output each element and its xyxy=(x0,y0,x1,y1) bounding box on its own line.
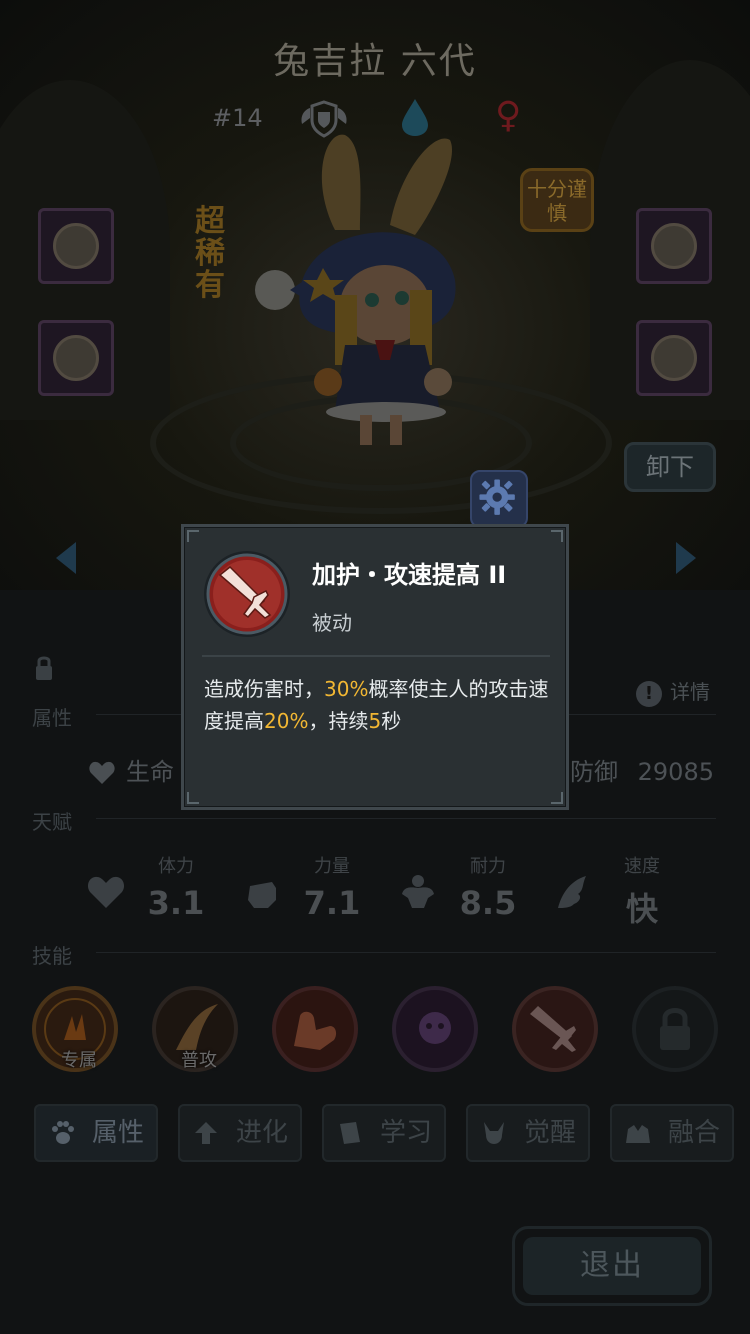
unequip-button[interactable]: 卸下 xyxy=(624,442,716,492)
tab-learn[interactable]: 学习 xyxy=(322,1104,446,1162)
defense-value: 29085 xyxy=(637,758,714,786)
talent-strength: 力量 7.1 xyxy=(248,852,392,922)
arrow-up-icon xyxy=(195,1122,217,1144)
talent-label: 速度 xyxy=(624,856,660,877)
life-stat: 生命 xyxy=(88,752,174,787)
desc-highlight: 20% xyxy=(264,709,309,733)
section-title-talent: 天赋 xyxy=(32,810,72,834)
flexed-arm-icon xyxy=(294,1011,337,1050)
lock-icon[interactable] xyxy=(34,654,54,682)
water-drop-icon xyxy=(402,99,428,136)
equip-slot-weapon[interactable] xyxy=(38,208,114,284)
desc-highlight: 30% xyxy=(324,677,369,701)
divider xyxy=(96,952,716,953)
desc-highlight: 5 xyxy=(368,709,382,733)
frame-corner xyxy=(187,792,199,804)
helmet-equipment-icon xyxy=(53,335,99,381)
skill-title: 加护・攻速提高 II xyxy=(312,561,507,589)
winged-shield-icon xyxy=(301,100,347,138)
ring-equipment-icon xyxy=(651,223,697,269)
talent-stamina: 体力 3.1 xyxy=(87,852,236,922)
fist-icon xyxy=(248,882,276,908)
bell-collar-equipment-icon xyxy=(651,335,697,381)
tab-label: 学习 xyxy=(379,1118,432,1148)
hero-character xyxy=(255,134,456,445)
hero-name: 兔吉拉 六代 xyxy=(273,41,477,82)
tab-label: 觉醒 xyxy=(523,1118,576,1148)
desc-text: 秒 xyxy=(381,709,402,733)
lock-icon xyxy=(660,1008,690,1050)
divider xyxy=(202,655,550,657)
prev-hero-arrow-icon[interactable] xyxy=(56,542,76,574)
skill-exclusive[interactable]: 专属 xyxy=(32,986,118,1072)
equip-slot-armor[interactable] xyxy=(38,320,114,396)
hero-scene: 兔吉拉 六代 #14 ♀ 超稀有 十分谨慎 卸下 xyxy=(0,0,750,590)
female-gender-icon: ♀ xyxy=(495,95,522,136)
frame-corner xyxy=(187,530,199,542)
rarity-label: 超稀有 xyxy=(195,204,225,303)
frame-corner xyxy=(551,530,563,542)
tab-attributes[interactable]: 属性 xyxy=(34,1104,158,1162)
talent-value: 快 xyxy=(625,890,658,928)
next-hero-arrow-icon[interactable] xyxy=(676,542,696,574)
horned-head-icon xyxy=(484,1122,504,1144)
hero-number: #14 xyxy=(212,104,263,132)
settings-button[interactable] xyxy=(470,470,528,528)
tab-fuse[interactable]: 融合 xyxy=(610,1104,734,1162)
skill-tag: 普攻 xyxy=(181,1050,217,1071)
tab-evolve[interactable]: 进化 xyxy=(178,1104,302,1162)
frame-corner xyxy=(551,792,563,804)
sword-icon xyxy=(204,551,290,637)
talent-speed: 速度 快 xyxy=(558,852,702,930)
equip-slot-ring[interactable] xyxy=(636,208,712,284)
skill-type: 被动 xyxy=(312,611,352,635)
heart-icon xyxy=(89,761,115,784)
tab-label: 进化 xyxy=(235,1118,288,1148)
heart-icon xyxy=(87,876,125,908)
detail-button[interactable]: ! 详情 xyxy=(636,676,710,707)
talent-value: 7.1 xyxy=(303,884,361,922)
talent-label: 体力 xyxy=(158,856,194,877)
section-title-skills: 技能 xyxy=(32,944,72,968)
equip-slot-accessory[interactable] xyxy=(636,320,712,396)
claw-equipment-icon xyxy=(53,223,99,269)
skill-normal-attack[interactable]: 普攻 xyxy=(152,986,238,1072)
desc-text: 造成伤害时， xyxy=(204,677,324,701)
muscle-body-icon xyxy=(402,875,434,908)
skill-strength-buff[interactable] xyxy=(272,986,358,1072)
talent-endurance: 耐力 8.5 xyxy=(402,852,548,922)
skill-tag: 专属 xyxy=(61,1050,97,1071)
wing-icon xyxy=(558,876,586,908)
paw-icon xyxy=(52,1121,74,1144)
tab-label: 融合 xyxy=(667,1118,720,1148)
talent-label: 耐力 xyxy=(470,856,506,877)
skill-detail-popup: 加护・攻速提高 II 被动 造成伤害时，30%概率使主人的攻击速度提高20%，持… xyxy=(181,524,569,810)
exit-label: 退出 xyxy=(523,1237,701,1295)
book-icon xyxy=(340,1122,360,1144)
section-title-attributes: 属性 xyxy=(32,706,72,730)
life-label: 生命 xyxy=(126,758,174,786)
defense-label: 防御 xyxy=(570,758,618,786)
skill-attack-speed[interactable] xyxy=(512,986,598,1072)
dark-skull-icon xyxy=(419,1012,451,1044)
desc-text: ，持续 xyxy=(308,709,369,733)
skill-locked[interactable] xyxy=(632,986,718,1072)
talent-value: 8.5 xyxy=(459,884,517,922)
exclamation-icon: ! xyxy=(636,681,662,707)
fusion-beasts-icon xyxy=(626,1125,650,1143)
exit-button[interactable]: 退出 xyxy=(512,1226,712,1306)
personality-badge[interactable]: 十分谨慎 xyxy=(520,168,594,232)
skill-description: 造成伤害时，30%概率使主人的攻击速度提高20%，持续5秒 xyxy=(204,673,552,737)
detail-label: 详情 xyxy=(670,680,710,704)
sword-icon xyxy=(530,1006,576,1052)
talent-value: 3.1 xyxy=(147,884,205,922)
tab-label: 属性 xyxy=(91,1118,144,1148)
defense-stat: 防御 29085 xyxy=(570,752,714,787)
tab-awaken[interactable]: 觉醒 xyxy=(466,1104,590,1162)
gear-icon xyxy=(479,479,515,515)
divider xyxy=(96,818,716,819)
talent-label: 力量 xyxy=(314,856,350,877)
skill-shadow[interactable] xyxy=(392,986,478,1072)
